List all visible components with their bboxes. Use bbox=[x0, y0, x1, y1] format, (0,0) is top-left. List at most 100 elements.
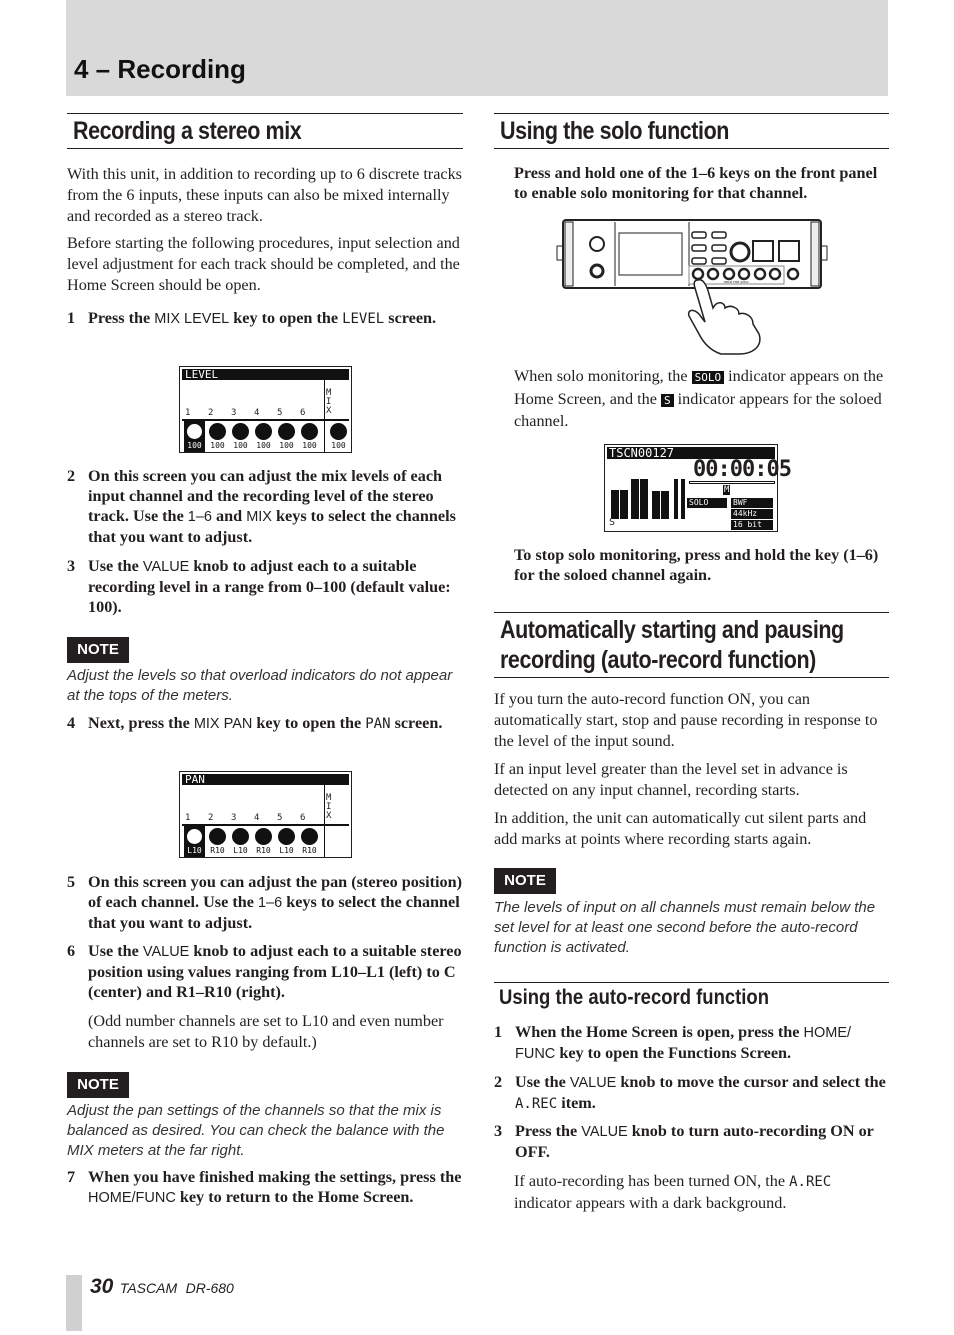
text: key to return to the Home Screen. bbox=[175, 1188, 414, 1206]
mix-label: MIX bbox=[326, 793, 332, 821]
channel-number: 4 bbox=[254, 408, 260, 418]
channel-knob: 100 bbox=[253, 421, 274, 452]
level-screen: LEVEL MIX 1 2 3 4 5 6 100 100 100 100 100 100 100 bbox=[179, 366, 352, 453]
elapsed-time: 00:00:05 bbox=[693, 457, 792, 482]
note-text: The levels of input on all channels must… bbox=[494, 899, 876, 956]
text: Press and hold one of the 1–6 keys on th… bbox=[514, 164, 878, 202]
text: screen. bbox=[384, 309, 437, 327]
section-heading-auto-record: Automatically starting and pausing record… bbox=[494, 612, 889, 678]
channel-knob: L10 bbox=[276, 826, 297, 857]
text: To stop solo monitoring, press and hold … bbox=[514, 546, 879, 584]
indicator-icon: S bbox=[660, 393, 674, 407]
svg-text:HOLD FOR SOLO: HOLD FOR SOLO bbox=[724, 280, 750, 284]
step-3: 3 Use the VALUE knob to adjust each to a … bbox=[67, 556, 463, 617]
knob-value: R10 bbox=[302, 846, 317, 855]
channel-number: 1 bbox=[185, 408, 191, 418]
text: If you turn the auto-record function ON,… bbox=[494, 690, 878, 750]
step-number: 1 bbox=[494, 1023, 503, 1041]
paragraph: With this unit, in addition to recording… bbox=[67, 164, 465, 227]
key-name: 1–6 bbox=[187, 509, 212, 525]
knob-value: R10 bbox=[210, 846, 225, 855]
paragraph: When solo monitoring, the SOLO indicator… bbox=[514, 366, 892, 433]
text: If auto-recording has been turned ON, th… bbox=[514, 1172, 790, 1190]
channel-number: 2 bbox=[208, 813, 214, 823]
progress-bar bbox=[689, 481, 775, 484]
step-number: 6 bbox=[67, 942, 76, 960]
knob-value: 100 bbox=[233, 441, 248, 450]
text: When you have finished making the settin… bbox=[88, 1168, 462, 1186]
knob-value: 100 bbox=[256, 441, 271, 450]
step-number: 3 bbox=[494, 1122, 503, 1140]
device-front-panel-illustration: HOLD FOR SOLO bbox=[556, 219, 828, 355]
lcd-label: LEVEL bbox=[342, 311, 385, 327]
channel-number: 6 bbox=[300, 408, 306, 418]
text: and bbox=[212, 507, 247, 525]
note-badge: NOTE bbox=[494, 868, 556, 894]
channel-knob: L10 bbox=[230, 826, 251, 857]
lcd-label: PAN bbox=[365, 716, 391, 732]
knob-value: 100 bbox=[210, 441, 225, 450]
section-heading-solo: Using the solo function bbox=[494, 113, 889, 149]
step-5: 5 On this screen you can adjust the pan (… bbox=[67, 872, 463, 933]
channel-knob: 100 bbox=[299, 421, 320, 452]
key-name: VALUE bbox=[569, 1075, 617, 1091]
step-1: 1 When the Home Screen is open, press the… bbox=[494, 1022, 890, 1064]
text: Press the bbox=[515, 1122, 582, 1140]
lcd-label: A.REC bbox=[515, 1096, 558, 1112]
knob-value: L10 bbox=[279, 846, 294, 855]
chapter-title: 4 – Recording bbox=[74, 54, 246, 84]
level-meters bbox=[609, 469, 685, 519]
step-2: 2 Use the VALUE knob to move the cursor a… bbox=[494, 1072, 890, 1114]
paragraph: Before starting the following procedures… bbox=[67, 233, 465, 296]
text: (Odd number channels are set to L10 and … bbox=[88, 1012, 444, 1051]
bit-depth: 16 bit bbox=[731, 520, 773, 530]
text: In addition, the unit can automatically … bbox=[494, 809, 867, 848]
text: Before starting the following procedures… bbox=[67, 234, 460, 294]
text: Use the bbox=[515, 1073, 570, 1091]
step-7: 7 When you have finished making the setti… bbox=[67, 1167, 463, 1208]
paragraph: If an input level greater than the level… bbox=[494, 759, 892, 801]
text: When solo monitoring, the bbox=[514, 367, 692, 385]
knob-value: L10 bbox=[187, 846, 202, 855]
step-number: 1 bbox=[67, 309, 76, 327]
knob-value: L10 bbox=[233, 846, 248, 855]
screen-title: LEVEL bbox=[182, 369, 349, 380]
channel-knob: R10 bbox=[299, 826, 320, 857]
key-name: MIX PAN bbox=[193, 716, 253, 732]
key-name: VALUE bbox=[142, 944, 190, 960]
text: key to open the Functions Screen. bbox=[555, 1044, 792, 1062]
step-1: 1 Press the MIX LEVEL key to open the LEV… bbox=[67, 308, 463, 329]
paragraph: (Odd number channels are set to L10 and … bbox=[88, 1011, 458, 1053]
knob-value: 100 bbox=[279, 441, 294, 450]
step-2: 2 On this screen you can adjust the mix l… bbox=[67, 466, 463, 547]
mix-label: MIX bbox=[326, 388, 332, 416]
paragraph: If you turn the auto-record function ON,… bbox=[494, 689, 892, 752]
channel-knob: L10 bbox=[184, 826, 205, 857]
footer: 30 TASCAM DR-680 bbox=[90, 1275, 234, 1299]
paragraph: In addition, the unit can automatically … bbox=[494, 808, 892, 850]
text: screen. bbox=[390, 714, 443, 732]
channel-knob: 100 bbox=[184, 421, 205, 452]
key-name: MIX LEVEL bbox=[154, 311, 230, 327]
note-badge: NOTE bbox=[67, 1072, 129, 1098]
text: key to open the bbox=[252, 714, 366, 732]
key-name: HOME/FUNC bbox=[88, 1190, 176, 1206]
paragraph: If auto-recording has been turned ON, th… bbox=[514, 1171, 890, 1214]
channel-knob: R10 bbox=[253, 826, 274, 857]
channel-knob: 100 bbox=[207, 421, 228, 452]
knob-value: 100 bbox=[331, 441, 346, 450]
file-format: BWF bbox=[731, 498, 773, 508]
channel-number: 1 bbox=[185, 813, 191, 823]
channel-number: 4 bbox=[254, 813, 260, 823]
section-heading-stereo-mix: Recording a stereo mix bbox=[67, 113, 463, 149]
screen-title: PAN bbox=[182, 774, 349, 785]
channel-knob: 100 bbox=[328, 421, 349, 452]
step-number: 3 bbox=[67, 557, 76, 575]
step-3: 3 Press the VALUE knob to turn auto-recor… bbox=[494, 1121, 890, 1162]
note-badge: NOTE bbox=[67, 637, 129, 663]
channel-knob: 100 bbox=[230, 421, 251, 452]
key-name: VALUE bbox=[581, 1124, 628, 1140]
channel-number: 3 bbox=[231, 813, 237, 823]
paragraph: Press and hold one of the 1–6 keys on th… bbox=[514, 163, 892, 203]
text: Use the bbox=[88, 942, 143, 960]
